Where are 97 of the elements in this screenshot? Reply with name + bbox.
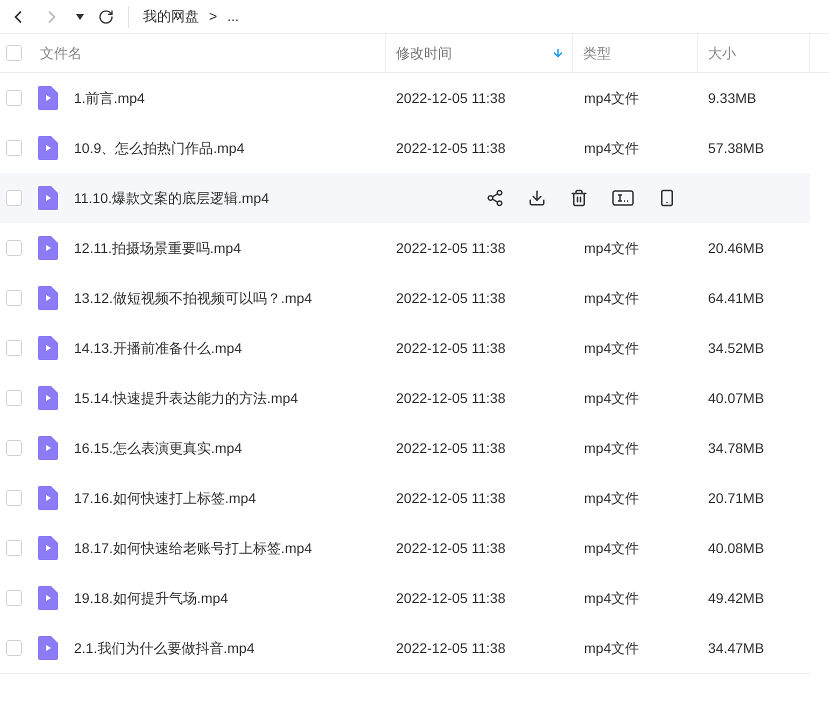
video-file-icon	[38, 286, 58, 310]
checkbox[interactable]	[6, 590, 22, 606]
column-header[interactable]: 修改时间	[396, 42, 452, 64]
file-type: mp4文件	[583, 138, 640, 158]
modified-time: 2022-12-05 11:38	[395, 138, 506, 158]
file-size: 64.41MB	[707, 288, 766, 308]
video-file-icon	[38, 86, 58, 110]
file-type: mp4文件	[583, 588, 640, 608]
file-type: mp4文件	[583, 288, 640, 308]
file-size: 34.78MB	[707, 438, 766, 458]
video-file-icon	[38, 586, 58, 610]
checkbox[interactable]	[6, 190, 22, 206]
file-name: 18.17.如何快速给老账号打上标签.mp4	[74, 538, 312, 558]
file-size: 34.47MB	[707, 638, 766, 658]
file-row[interactable]: 18.17.如何快速给老账号打上标签.mp4 2022-12-05 11:38 mp4文件 40.08MB	[0, 523, 810, 573]
file-row[interactable]: 13.12.做短视频不拍视频可以吗？.mp4 2022-12-05 11:38 mp4文件 64.41MB	[0, 273, 810, 323]
checkbox[interactable]	[6, 340, 22, 356]
modified-time: 2022-12-05 11:38	[395, 438, 506, 458]
file-row[interactable]: 12.11.拍摄场景重要吗.mp4 2022-12-05 11:38 mp4文件 20.46MB	[0, 223, 810, 273]
breadcrumb-item[interactable]: >	[209, 6, 218, 27]
checkbox[interactable]	[6, 540, 22, 556]
file-name: 19.18.如何提升气场.mp4	[74, 588, 228, 608]
file-type: mp4文件	[583, 88, 640, 108]
file-row[interactable]: 16.15.怎么表演更真实.mp4 2022-12-05 11:38 mp4文件 34.78MB	[0, 423, 810, 473]
file-size: 20.71MB	[707, 488, 766, 508]
sort-arrow-icon[interactable]	[552, 47, 564, 59]
video-file-icon	[38, 186, 58, 210]
file-type: mp4文件	[583, 488, 640, 508]
file-name: 15.14.快速提升表达能力的方法.mp4	[74, 388, 298, 408]
file-row[interactable]: 1.前言.mp4 2022-12-05 11:38 mp4文件 9.33MB	[0, 73, 810, 123]
column-header[interactable]: 文件名	[40, 42, 82, 64]
file-row[interactable]: 10.9、怎么拍热门作品.mp4 2022-12-05 11:38 mp4文件 57.38MB	[0, 123, 810, 173]
modified-time: 2022-12-05 11:38	[395, 238, 506, 258]
file-row[interactable]: 2.1.我们为什么要做抖音.mp4 2022-12-05 11:38 mp4文件 34.47MB	[0, 623, 810, 673]
modified-time: 2022-12-05 11:38	[395, 488, 506, 508]
breadcrumb-item[interactable]: 我的网盘	[143, 6, 199, 27]
modified-time: 2022-12-05 11:38	[395, 638, 506, 658]
file-name: 17.16.如何快速打上标签.mp4	[74, 488, 256, 508]
refresh-icon[interactable]	[98, 8, 114, 24]
file-row[interactable]: 17.16.如何快速打上标签.mp4 2022-12-05 11:38 mp4文件 20.71MB	[0, 473, 810, 523]
video-file-icon	[38, 486, 58, 510]
checkbox[interactable]	[6, 45, 22, 61]
modified-time: 2022-12-05 11:38	[395, 388, 506, 408]
file-name: 13.12.做短视频不拍视频可以吗？.mp4	[74, 288, 312, 308]
file-type: mp4文件	[583, 538, 640, 558]
download-icon[interactable]	[528, 189, 546, 207]
video-file-icon	[38, 636, 58, 660]
file-size: 57.38MB	[707, 138, 766, 158]
column-header[interactable]: 类型	[583, 42, 611, 64]
file-type: mp4文件	[583, 238, 640, 258]
rename-icon[interactable]	[612, 189, 634, 207]
file-row[interactable]: 19.18.如何提升气场.mp4 2022-12-05 11:38 mp4文件 49.42MB	[0, 573, 810, 623]
column-header[interactable]: 大小	[708, 42, 736, 64]
share-icon[interactable]	[486, 189, 504, 207]
file-row[interactable]: 15.14.快速提升表达能力的方法.mp4 2022-12-05 11:38 mp4文件 40.07MB	[0, 373, 810, 423]
modified-time: 2022-12-05 11:38	[395, 88, 506, 108]
modified-time: 2022-12-05 11:38	[395, 288, 506, 308]
video-file-icon	[38, 536, 58, 560]
checkbox[interactable]	[6, 290, 22, 306]
file-type: mp4文件	[583, 638, 640, 658]
dropdown-icon[interactable]	[76, 14, 84, 20]
modified-time: 2022-12-05 11:38	[395, 338, 506, 358]
checkbox[interactable]	[6, 490, 22, 506]
video-file-icon	[38, 336, 58, 360]
file-type: mp4文件	[583, 438, 640, 458]
checkbox[interactable]	[6, 240, 22, 256]
file-name: 1.前言.mp4	[74, 88, 145, 108]
video-file-icon	[38, 136, 58, 160]
modified-time: 2022-12-05 11:38	[395, 588, 506, 608]
checkbox[interactable]	[6, 390, 22, 406]
video-file-icon	[38, 236, 58, 260]
checkbox[interactable]	[6, 640, 22, 656]
checkbox[interactable]	[6, 140, 22, 156]
file-size: 40.08MB	[707, 538, 766, 558]
file-name: 11.10.爆款文案的底层逻辑.mp4	[74, 188, 270, 208]
file-name: 2.1.我们为什么要做抖音.mp4	[74, 638, 254, 658]
checkbox[interactable]	[6, 440, 22, 456]
delete-icon[interactable]	[570, 189, 588, 207]
file-type: mp4文件	[583, 338, 640, 358]
video-file-icon	[38, 436, 58, 460]
file-size: 20.46MB	[707, 238, 766, 258]
checkbox[interactable]	[6, 90, 22, 106]
file-name: 10.9、怎么拍热门作品.mp4	[74, 138, 244, 158]
file-name: 16.15.怎么表演更真实.mp4	[74, 438, 242, 458]
file-size: 34.52MB	[707, 338, 766, 358]
phone-icon[interactable]	[658, 189, 676, 207]
file-size: 40.07MB	[707, 388, 766, 408]
file-name: 14.13.开播前准备什么.mp4	[74, 338, 242, 358]
video-file-icon	[38, 386, 58, 410]
file-size: 49.42MB	[707, 588, 766, 608]
modified-time: 2022-12-05 11:38	[395, 538, 506, 558]
file-type: mp4文件	[583, 388, 640, 408]
file-row[interactable]: 14.13.开播前准备什么.mp4 2022-12-05 11:38 mp4文件 34.52MB	[0, 323, 810, 373]
file-size: 9.33MB	[707, 88, 758, 108]
file-name: 12.11.拍摄场景重要吗.mp4	[74, 238, 242, 258]
breadcrumb-item[interactable]: ...	[227, 6, 239, 27]
hovered-row[interactable]: 11.10.爆款文案的底层逻辑.mp4	[0, 173, 810, 223]
